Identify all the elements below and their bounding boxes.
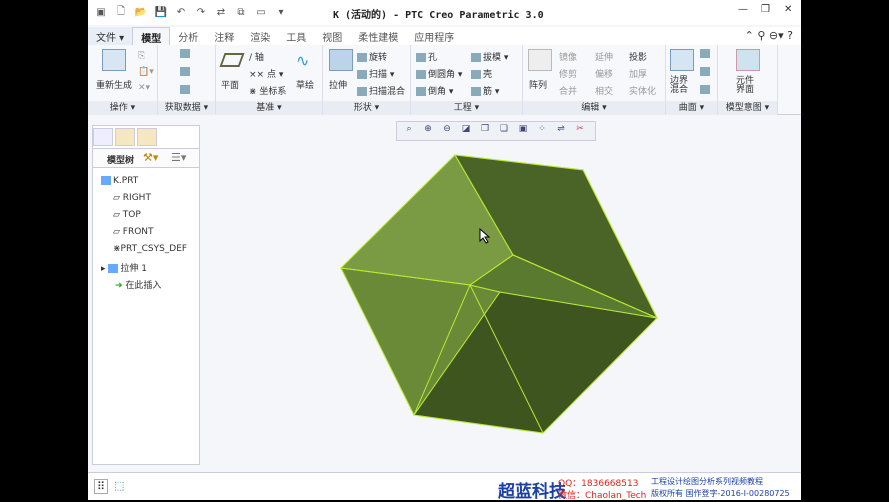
watermark-series: 工程设计绘图分析系列视频教程 — [651, 477, 763, 486]
graphics-area[interactable] — [88, 0, 801, 470]
status-bar: ⠿ ⬚ 超蓝科技 QQ：1836668513 微信：Chaolan_Tech 工… — [88, 472, 801, 502]
selection-icon[interactable]: ⬚ — [114, 479, 124, 492]
creo-window: ▣ 🗋 📂 💾 ↶ ↷ ⇄ ⧉ ▭ ▾ K (活动的) - PTC Creo P… — [88, 0, 801, 502]
watermark-copyright: 版权所有 国作登字-2016-I-00280725 — [651, 489, 790, 498]
watermark-brand: 超蓝科技 — [498, 482, 566, 502]
layout-icon[interactable]: ⠿ — [94, 479, 109, 494]
watermark-wechat: 微信：Chaolan_Tech — [558, 491, 647, 501]
